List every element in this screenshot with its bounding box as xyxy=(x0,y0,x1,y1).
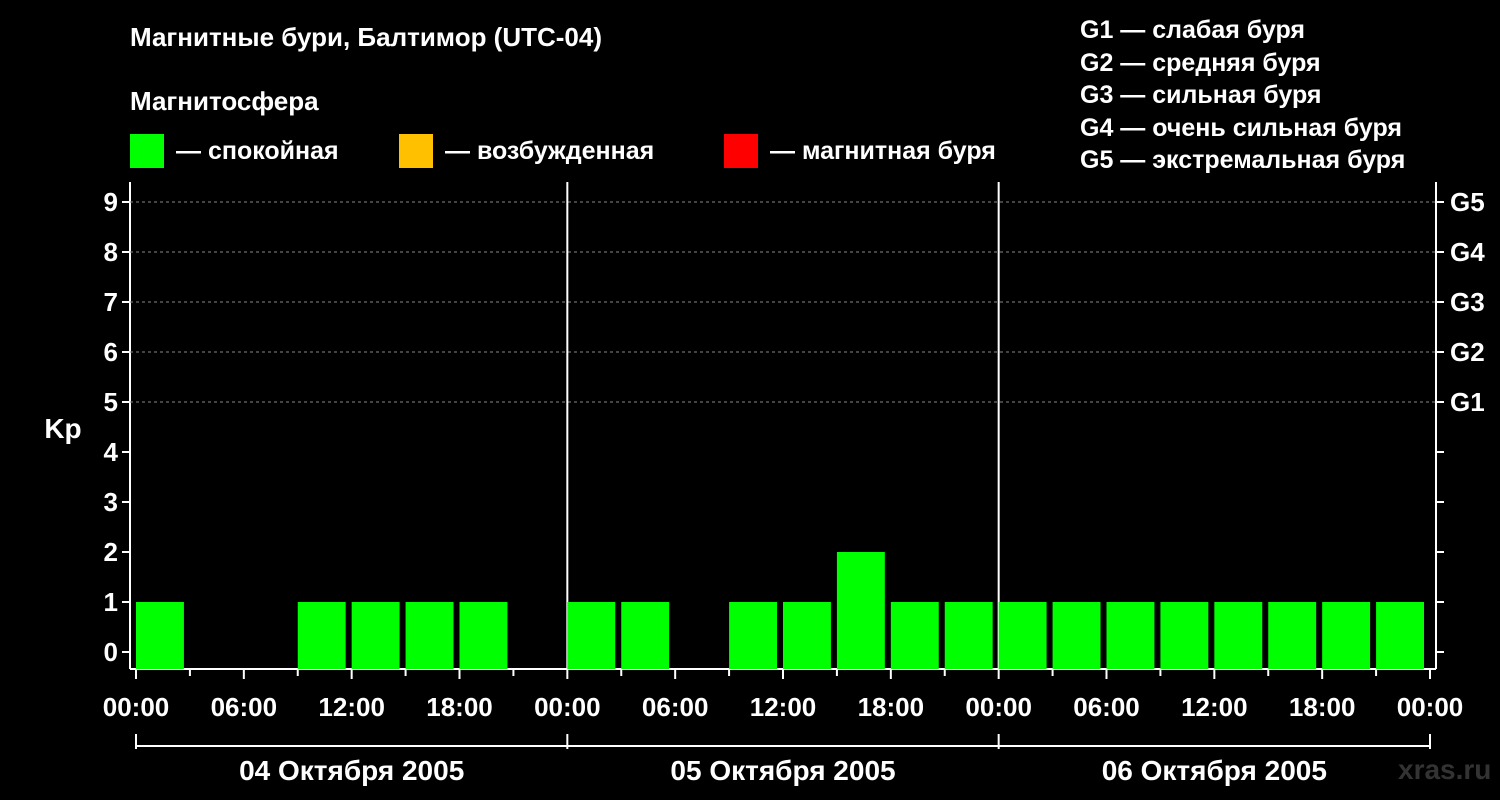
g-level-label: G4 xyxy=(1450,237,1485,267)
y-tick-label: 8 xyxy=(104,237,118,267)
x-tick-label: 00:00 xyxy=(965,692,1032,722)
y-tick-label: 3 xyxy=(104,487,118,517)
kp-bar xyxy=(567,602,616,669)
kp-bar xyxy=(136,602,184,669)
y-tick-label: 1 xyxy=(104,587,118,617)
y-tick-label: 9 xyxy=(104,187,118,217)
kp-bar xyxy=(405,602,454,669)
y-tick-label: 4 xyxy=(104,437,119,467)
x-tick-label: 18:00 xyxy=(858,692,925,722)
kp-bar xyxy=(890,602,939,669)
day-label: 05 Октября 2005 xyxy=(670,755,895,786)
g-level-label: G2 xyxy=(1450,337,1485,367)
kp-bar xyxy=(1052,602,1101,669)
kp-bar xyxy=(1160,602,1209,669)
x-tick-label: 00:00 xyxy=(534,692,601,722)
g-level-label: G3 xyxy=(1450,287,1485,317)
kp-bar xyxy=(1106,602,1155,669)
x-tick-label: 12:00 xyxy=(318,692,385,722)
kp-bar xyxy=(783,602,831,669)
kp-bar xyxy=(459,602,508,669)
x-tick-label: 06:00 xyxy=(1073,692,1140,722)
x-tick-label: 00:00 xyxy=(103,692,170,722)
kp-bar xyxy=(351,602,400,669)
kp-bar xyxy=(1214,602,1263,669)
y-tick-label: 0 xyxy=(104,637,118,667)
day-label: 04 Октября 2005 xyxy=(239,755,464,786)
y-tick-label: 5 xyxy=(104,387,118,417)
x-tick-label: 18:00 xyxy=(426,692,493,722)
y-tick-label: 2 xyxy=(104,537,118,567)
g-level-label: G5 xyxy=(1450,187,1485,217)
x-tick-label: 06:00 xyxy=(211,692,278,722)
y-axis-label: Kp xyxy=(44,413,81,444)
g-level-label: G1 xyxy=(1450,387,1485,417)
x-tick-label: 00:00 xyxy=(1397,692,1464,722)
kp-bar xyxy=(297,602,346,669)
y-tick-label: 7 xyxy=(104,287,118,317)
kp-bar xyxy=(998,602,1047,669)
x-tick-label: 06:00 xyxy=(642,692,709,722)
kp-chart: 0 1 2 3 4 5 6 7 8 9 G1 G2 G3 G4 G5 Kp 00:00 06:00 12:00 18:… xyxy=(44,182,1485,786)
kp-bar xyxy=(729,602,777,669)
x-tick-label: 18:00 xyxy=(1289,692,1356,722)
kp-bar xyxy=(944,602,993,669)
kp-bar xyxy=(621,602,670,669)
y-tick-label: 6 xyxy=(104,337,118,367)
watermark: xras.ru xyxy=(1398,754,1492,785)
x-tick-label: 12:00 xyxy=(750,692,817,722)
kp-bar xyxy=(1268,602,1317,669)
kp-bar xyxy=(836,552,885,669)
kp-bar xyxy=(1376,602,1424,669)
x-tick-label: 12:00 xyxy=(1181,692,1248,722)
day-label: 06 Октября 2005 xyxy=(1102,755,1327,786)
kp-bar xyxy=(1322,602,1371,669)
